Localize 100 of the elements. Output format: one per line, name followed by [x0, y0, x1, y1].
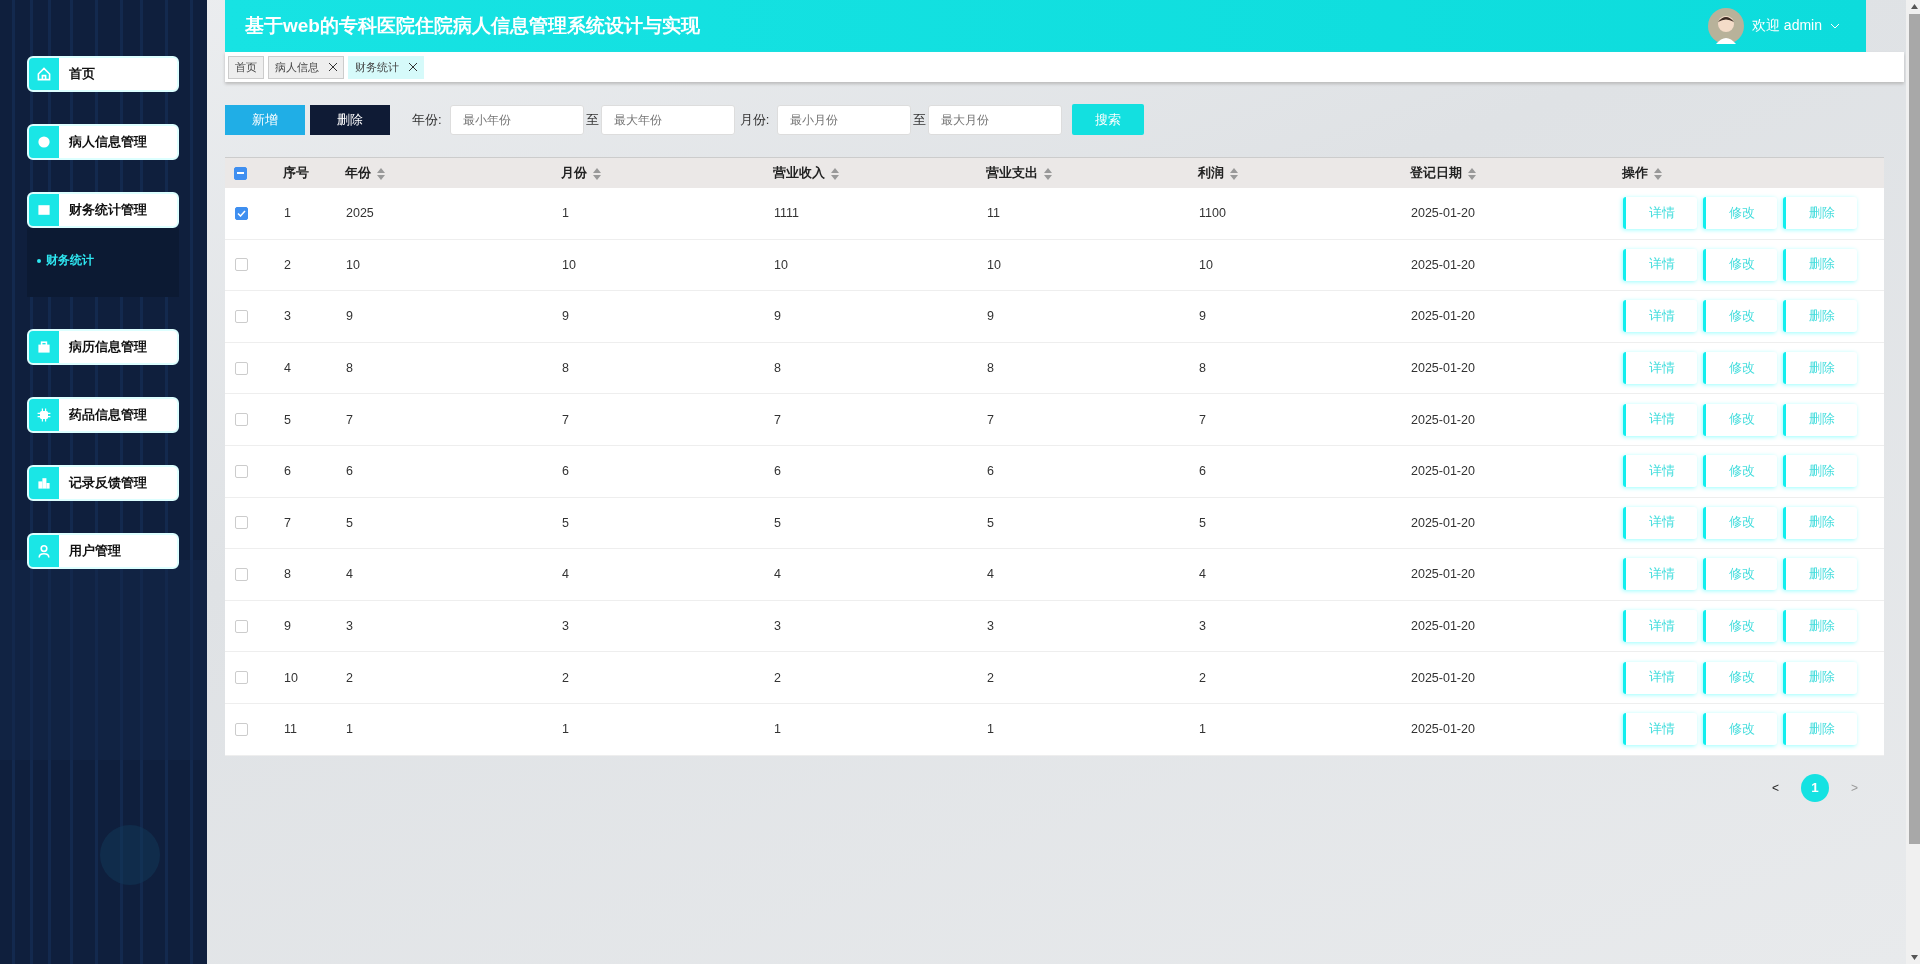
checkbox[interactable] — [235, 671, 248, 685]
checkbox[interactable] — [234, 166, 247, 180]
delete-button[interactable]: 删除 — [1783, 248, 1857, 281]
edit-button[interactable]: 修改 — [1703, 713, 1777, 746]
sidebar-item[interactable]: 病人信息管理 — [27, 124, 179, 160]
user-icon — [36, 543, 52, 559]
table-cell: 3 — [346, 619, 353, 634]
edit-button[interactable]: 修改 — [1703, 661, 1777, 694]
detail-button[interactable]: 详情 — [1623, 403, 1697, 436]
edit-button[interactable]: 修改 — [1703, 197, 1777, 230]
sort-icon[interactable] — [376, 167, 385, 180]
edit-button[interactable]: 修改 — [1703, 403, 1777, 436]
checkbox[interactable] — [235, 619, 248, 633]
table-cell: 9 — [987, 309, 994, 324]
detail-button[interactable]: 详情 — [1623, 713, 1697, 746]
avatar-icon[interactable] — [1707, 8, 1744, 44]
checkbox[interactable] — [235, 722, 248, 736]
delete-button[interactable]: 删除 — [310, 104, 390, 135]
detail-button[interactable]: 详情 — [1623, 506, 1697, 539]
table-cell: 2025-01-20 — [1411, 309, 1475, 324]
column-header[interactable]: 利润 — [1198, 157, 1410, 188]
detail-button[interactable]: 详情 — [1623, 661, 1697, 694]
delete-button[interactable]: 删除 — [1783, 558, 1857, 591]
table-cell: 3 — [284, 309, 291, 324]
page-button[interactable]: 1 — [1801, 773, 1829, 802]
sort-icon[interactable] — [1229, 167, 1238, 180]
tab[interactable]: 病人信息 — [268, 55, 344, 79]
checkbox[interactable] — [235, 567, 248, 581]
sidebar-item[interactable]: 病历信息管理 — [27, 329, 179, 365]
user-menu[interactable]: 欢迎 admin — [1751, 17, 1822, 35]
sort-icon[interactable] — [1653, 167, 1662, 180]
tab[interactable]: 财务统计 — [348, 55, 424, 79]
detail-button[interactable]: 详情 — [1623, 300, 1697, 333]
detail-button[interactable]: 详情 — [1623, 455, 1697, 488]
detail-button[interactable]: 详情 — [1623, 558, 1697, 591]
sort-icon[interactable] — [830, 167, 839, 180]
edit-button[interactable]: 修改 — [1703, 506, 1777, 539]
column-header[interactable]: 月份 — [561, 157, 773, 188]
detail-button[interactable]: 详情 — [1623, 248, 1697, 281]
delete-button[interactable]: 删除 — [1783, 455, 1857, 488]
checkbox[interactable] — [235, 361, 248, 375]
chevron-down-icon[interactable] — [1830, 21, 1840, 31]
detail-button[interactable]: 详情 — [1623, 610, 1697, 643]
table-cell: 6 — [1199, 464, 1206, 479]
checkbox[interactable] — [235, 516, 248, 530]
delete-button[interactable]: 删除 — [1783, 300, 1857, 333]
edit-button[interactable]: 修改 — [1703, 610, 1777, 643]
delete-button[interactable]: 删除 — [1783, 197, 1857, 230]
sidebar-item[interactable]: 用户管理 — [27, 533, 179, 569]
column-header[interactable]: 操作 — [1622, 157, 1884, 188]
input-field[interactable]: 最小年份 — [449, 104, 584, 135]
checkbox[interactable] — [235, 413, 248, 427]
edit-button[interactable]: 修改 — [1703, 558, 1777, 591]
chip-icon — [36, 407, 52, 423]
edit-button[interactable]: 修改 — [1703, 352, 1777, 385]
sidebar-item[interactable]: 财务统计管理 — [27, 192, 179, 228]
close-icon[interactable] — [409, 63, 417, 71]
input-field[interactable]: 最大月份 — [928, 104, 1063, 135]
edit-button[interactable]: 修改 — [1703, 455, 1777, 488]
delete-button[interactable]: 删除 — [1783, 403, 1857, 436]
search-button[interactable]: 搜索 — [1072, 104, 1145, 135]
sort-icon[interactable] — [1467, 167, 1476, 180]
tab[interactable]: 首页 — [228, 55, 264, 79]
table-cell: 6 — [774, 464, 781, 479]
filter-label: 年份: — [412, 110, 442, 129]
delete-button[interactable]: 删除 — [1783, 610, 1857, 643]
column-header[interactable]: 营业收入 — [773, 157, 986, 188]
column-header[interactable]: 序号 — [283, 157, 345, 188]
sidebar-item[interactable]: 记录反馈管理 — [27, 465, 179, 501]
column-header[interactable]: 年份 — [345, 157, 561, 188]
delete-button[interactable]: 删除 — [1783, 661, 1857, 694]
column-header[interactable]: 营业支出 — [986, 157, 1198, 188]
edit-button[interactable]: 修改 — [1703, 248, 1777, 281]
checkbox[interactable] — [235, 258, 248, 272]
range-separator: 至 — [585, 110, 599, 129]
table-cell: 3 — [562, 619, 569, 634]
checkbox[interactable] — [235, 206, 248, 220]
close-icon[interactable] — [329, 63, 337, 71]
table-cell: 5 — [987, 515, 994, 530]
input-field[interactable]: 最大年份 — [600, 104, 735, 135]
checkbox[interactable] — [235, 310, 248, 323]
delete-button[interactable]: 删除 — [1783, 506, 1857, 539]
submenu-item[interactable]: 财务统计 — [37, 252, 179, 269]
detail-button[interactable]: 详情 — [1623, 197, 1697, 230]
detail-button[interactable]: 详情 — [1623, 352, 1697, 385]
edit-button[interactable]: 修改 — [1703, 300, 1777, 333]
column-header[interactable]: 登记日期 — [1410, 157, 1622, 188]
sort-icon[interactable] — [592, 167, 601, 180]
prev-page-button[interactable]: < — [1765, 779, 1785, 796]
sidebar-item[interactable]: 首页 — [27, 56, 179, 92]
table-cell: 2025-01-20 — [1411, 257, 1475, 272]
sidebar-item[interactable]: 药品信息管理 — [27, 397, 179, 433]
add-button[interactable]: 新增 — [225, 104, 305, 135]
delete-button[interactable]: 删除 — [1783, 352, 1857, 385]
checkbox[interactable] — [235, 464, 248, 478]
input-field[interactable]: 最小月份 — [777, 104, 912, 135]
delete-button[interactable]: 删除 — [1783, 713, 1857, 746]
sort-icon[interactable] — [1043, 167, 1052, 180]
table-cell: 10 — [1199, 257, 1213, 272]
next-page-button[interactable]: > — [1845, 779, 1864, 796]
